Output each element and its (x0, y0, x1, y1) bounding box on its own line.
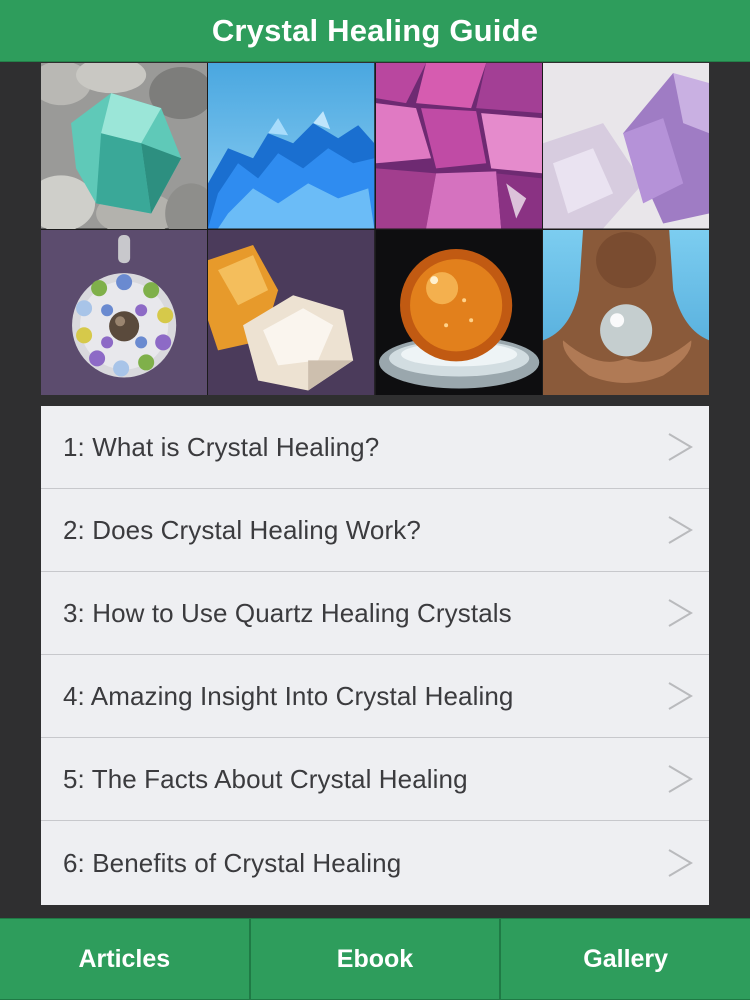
chevron-right-icon (668, 599, 693, 627)
list-item[interactable]: 5: The Facts About Crystal Healing (41, 738, 709, 821)
tab-label: Ebook (336, 944, 414, 973)
chevron-right-icon (668, 849, 693, 877)
list-item[interactable]: 6: Benefits of Crystal Healing (41, 821, 709, 905)
chevron-right-icon (668, 765, 693, 793)
list-item[interactable]: 4: Amazing Insight Into Crystal Healing (41, 655, 709, 738)
tab-label: Gallery (583, 944, 669, 973)
tab-label: Articles (78, 944, 171, 973)
bottom-tab-bar: Articles Ebook Gallery (0, 918, 750, 1000)
list-item[interactable]: 3: How to Use Quartz Healing Crystals (41, 572, 709, 655)
list-item[interactable]: 2: Does Crystal Healing Work? (41, 489, 709, 572)
gallery-image-citrine-quartz[interactable] (208, 229, 375, 395)
chevron-right-icon (668, 433, 693, 461)
gallery-image-blue-crystals[interactable] (208, 63, 375, 229)
chevron-right-icon (668, 516, 693, 544)
app-header: Crystal Healing Guide (0, 0, 750, 62)
gallery-image-gem-pendant[interactable] (41, 229, 208, 395)
gallery-image-amethyst-point[interactable] (542, 63, 709, 229)
image-gallery-grid (41, 63, 709, 395)
article-list: 1: What is Crystal Healing? 2: Does Crys… (41, 406, 709, 905)
gallery-image-aqua-crystal[interactable] (41, 63, 208, 229)
list-item-label: 6: Benefits of Crystal Healing (63, 847, 402, 878)
gallery-image-amber-ball[interactable] (375, 229, 542, 395)
gallery-image-purple-cluster[interactable] (375, 63, 542, 229)
gallery-image-hands-ball[interactable] (542, 229, 709, 395)
page-title: Crystal Healing Guide (211, 12, 539, 48)
list-item[interactable]: 1: What is Crystal Healing? (41, 406, 709, 489)
tab-articles[interactable]: Articles (0, 919, 249, 999)
list-item-label: 5: The Facts About Crystal Healing (63, 763, 468, 794)
tab-gallery[interactable]: Gallery (501, 919, 750, 999)
list-item-label: 1: What is Crystal Healing? (63, 431, 380, 462)
list-item-label: 4: Amazing Insight Into Crystal Healing (63, 680, 514, 711)
list-item-label: 3: How to Use Quartz Healing Crystals (63, 597, 512, 628)
chevron-right-icon (668, 682, 693, 710)
list-item-label: 2: Does Crystal Healing Work? (63, 514, 421, 545)
tab-ebook[interactable]: Ebook (250, 919, 500, 999)
